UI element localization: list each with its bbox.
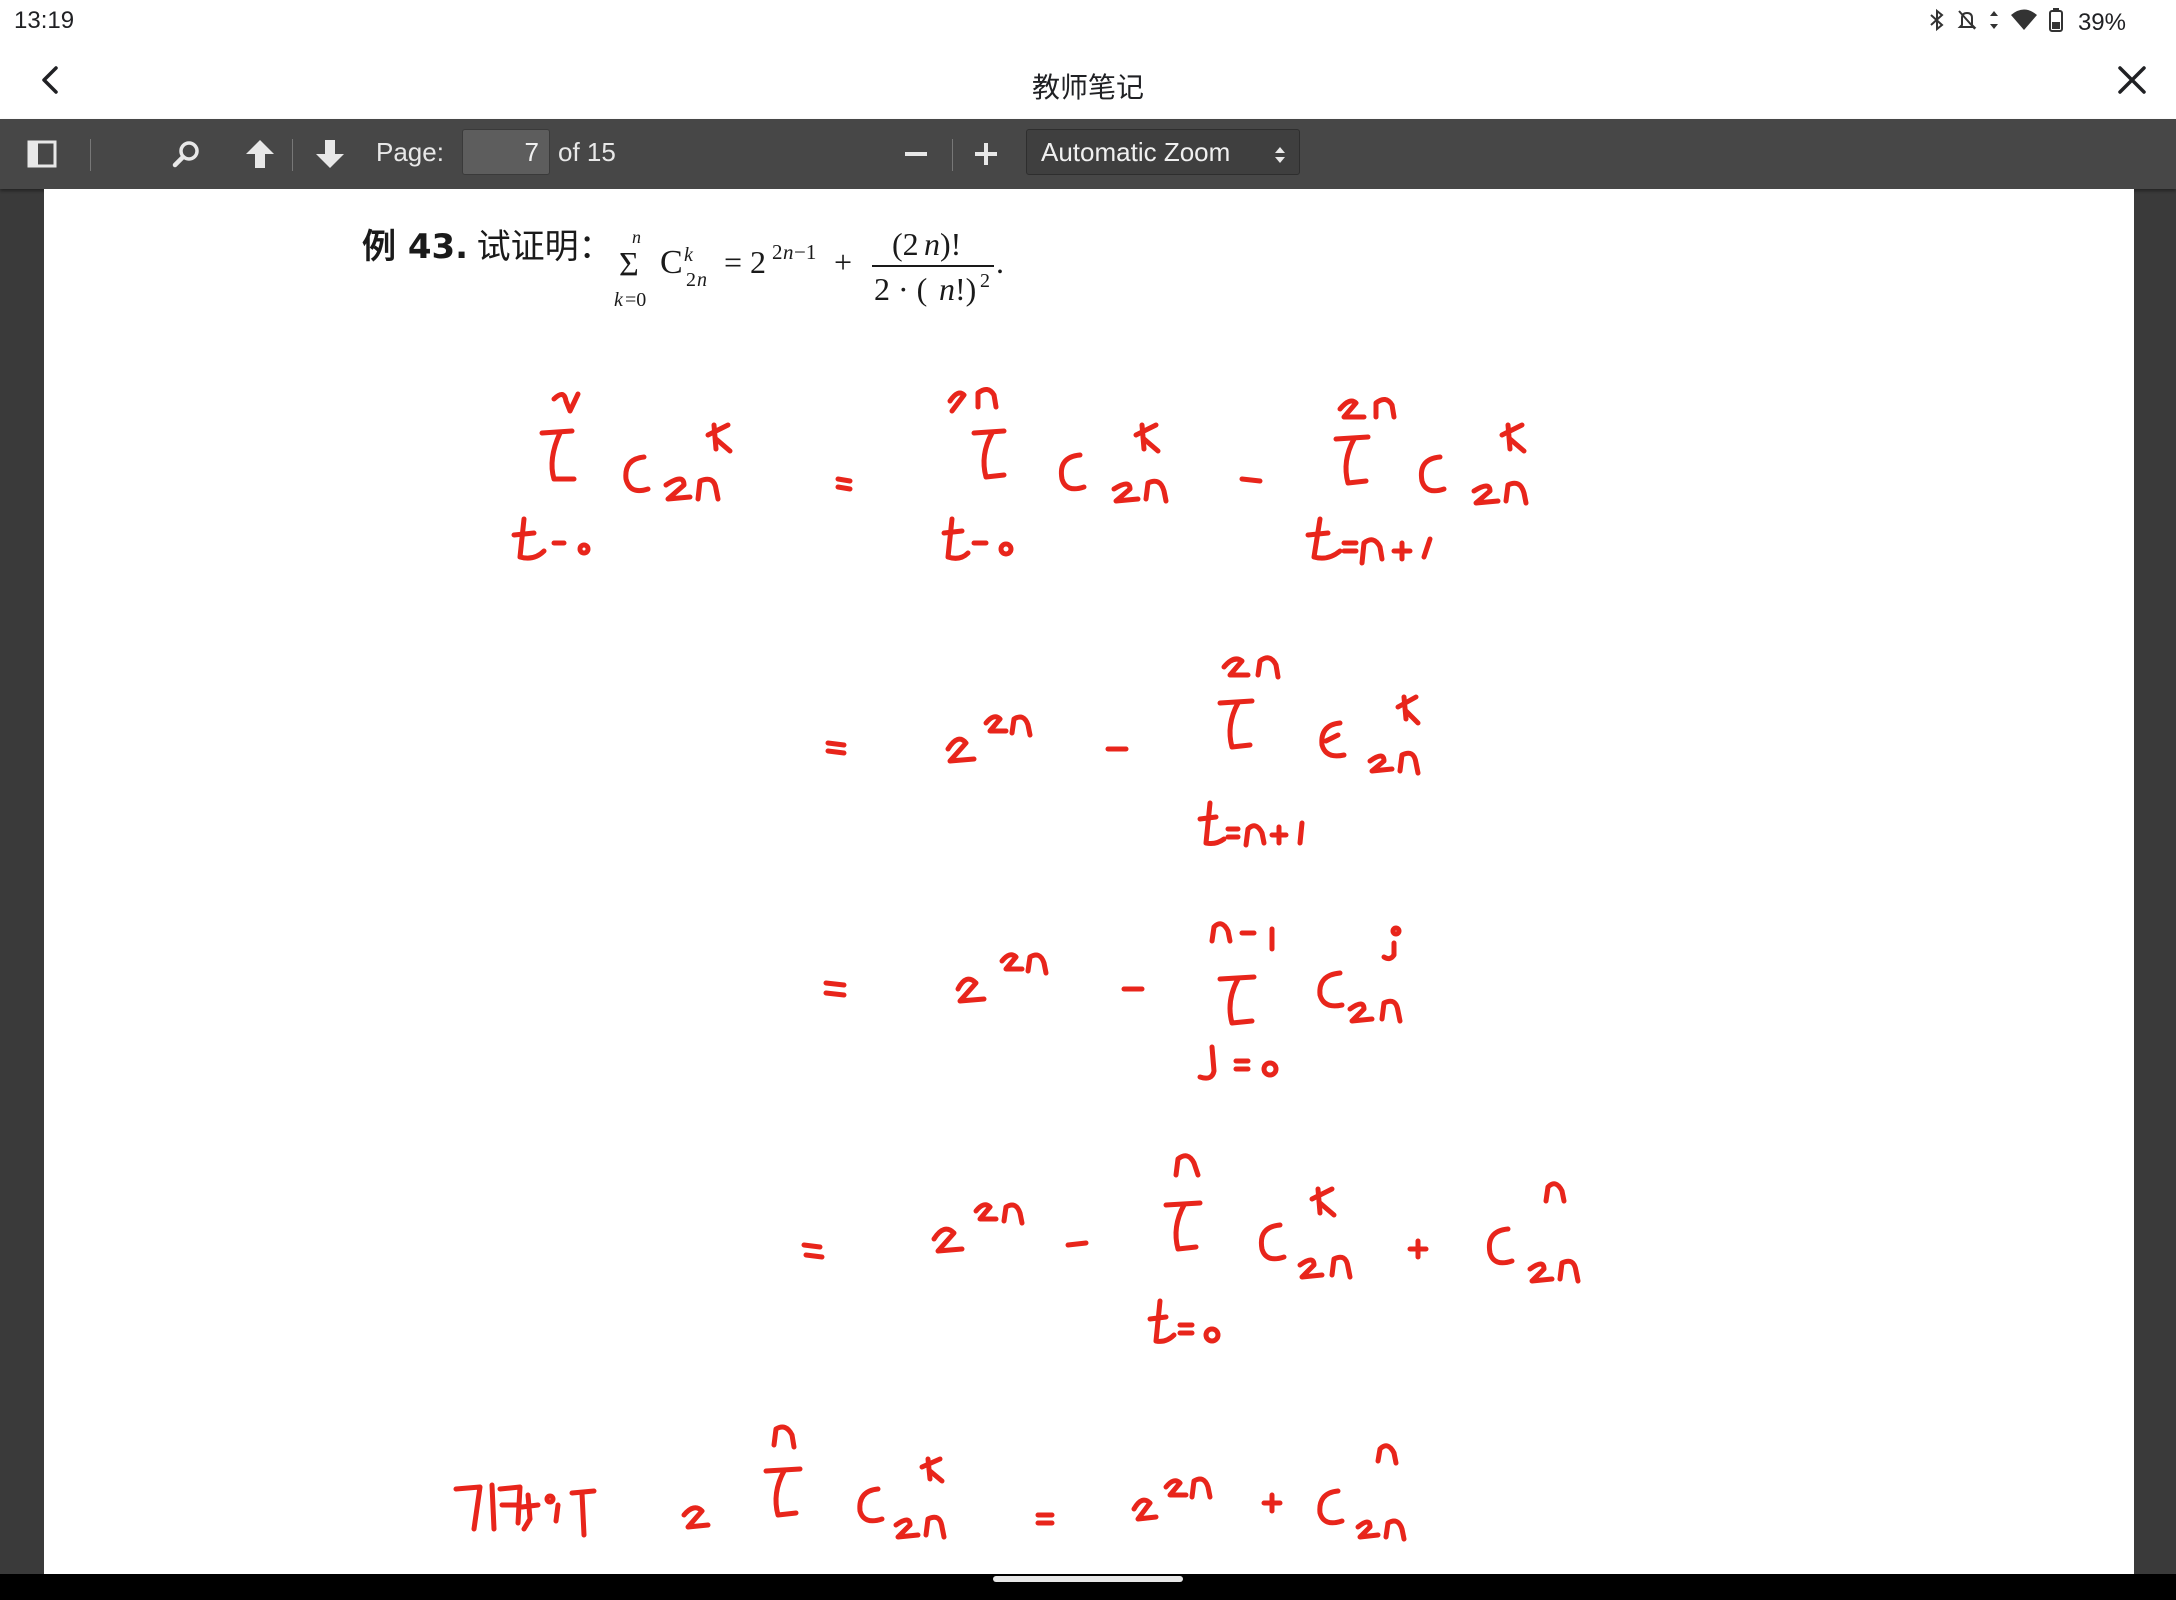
zoom-out-button[interactable] xyxy=(896,133,936,175)
previous-page-button[interactable] xyxy=(240,133,280,175)
search-icon xyxy=(172,141,199,168)
plus-icon xyxy=(975,143,997,165)
zoom-value: Automatic Zoom xyxy=(1041,137,1231,167)
ink-line-5 xyxy=(453,1424,1407,1542)
pdf-page: 例 43. 试证明： n Σ k =0 C k 2n = 2 2 n −1 + (2 n… xyxy=(44,189,2134,1574)
data-arrows-icon xyxy=(1988,8,2000,38)
home-indicator[interactable] xyxy=(993,1576,1183,1582)
page-label: Page: xyxy=(376,137,444,167)
toolbar-divider xyxy=(292,139,293,171)
battery-icon xyxy=(2048,7,2064,39)
minus-icon xyxy=(905,152,927,156)
battery-percent: 39% xyxy=(2077,9,2126,36)
app-bar: 教师笔记 xyxy=(0,44,2176,120)
ink-line-4 xyxy=(801,1153,1581,1344)
status-icons: 39% xyxy=(1928,7,2126,39)
ink-line-3 xyxy=(823,921,1403,1081)
app-title: 教师笔记 xyxy=(1031,71,1144,104)
ink-line-2 xyxy=(825,655,1421,848)
status-bar: 13:19 39% xyxy=(0,0,2176,44)
wifi-icon xyxy=(2010,8,2038,38)
arrow-down-icon xyxy=(316,140,344,168)
bluetooth-icon xyxy=(1928,8,1946,38)
toolbar-divider xyxy=(952,139,953,171)
mute-icon xyxy=(1956,8,1978,38)
find-button[interactable] xyxy=(166,133,206,175)
page-count: of 15 xyxy=(558,137,616,167)
handwritten-notes xyxy=(453,387,1581,1542)
close-icon xyxy=(2118,66,2146,94)
sidebar-toggle-button[interactable] xyxy=(22,133,62,175)
close-button[interactable] xyxy=(2112,60,2152,100)
zoom-select[interactable]: Automatic Zoom xyxy=(1026,129,1300,175)
status-time: 13:19 xyxy=(14,7,75,34)
pdf-toolbar: Page: of 15 Automatic Zoom xyxy=(0,119,2176,189)
zoom-in-button[interactable] xyxy=(966,133,1006,175)
next-page-button[interactable] xyxy=(310,133,350,175)
ink-line-1 xyxy=(511,387,1529,566)
toolbar-divider xyxy=(90,139,91,171)
arrow-up-icon xyxy=(246,140,274,168)
sidebar-icon xyxy=(27,140,57,168)
select-arrows-icon xyxy=(1273,138,1287,182)
page-number-input[interactable] xyxy=(462,129,550,175)
